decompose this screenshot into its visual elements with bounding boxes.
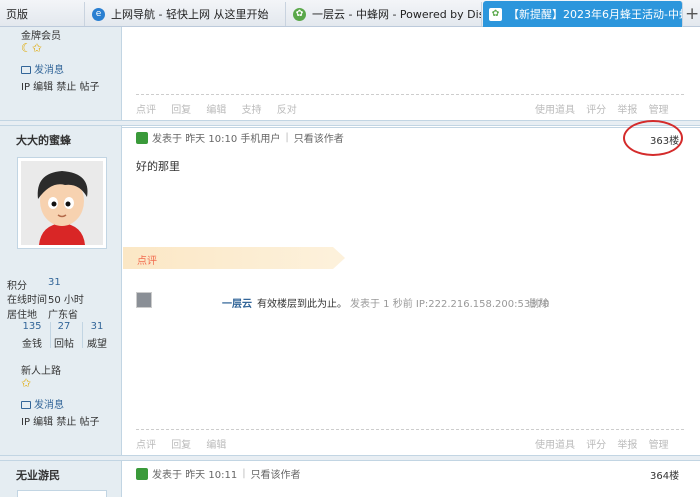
- use-prop-button[interactable]: 使用道具: [535, 105, 575, 116]
- replies-value[interactable]: 27: [46, 321, 82, 332]
- manage-button[interactable]: 管理: [649, 440, 669, 451]
- mail-icon: [21, 66, 31, 74]
- posted-label: 发表于: [152, 470, 182, 481]
- comment-delete-link[interactable]: 删除: [529, 295, 549, 310]
- edit-button[interactable]: 编辑: [206, 105, 226, 116]
- post-separator: [0, 455, 700, 461]
- tab-label: 【新提醒】2023年6月蜂王活动-中蜂: [508, 8, 683, 21]
- post-actions: 点评 回复 编辑 支持 反对: [136, 101, 309, 116]
- red-annotation-circle: [623, 120, 683, 156]
- coins-label: 金钱: [22, 339, 42, 350]
- post-meta: 发表于 昨天 10:11 | 只看该作者: [136, 466, 301, 481]
- site-icon: ✿: [293, 7, 306, 21]
- tab-label: 上网导航 - 轻快上网 从这里开始: [111, 8, 269, 21]
- author-online-icon: [136, 131, 148, 144]
- author-online-icon: [136, 467, 148, 480]
- location-label: 居住地: [7, 310, 37, 321]
- replies-label: 回帖: [54, 339, 74, 350]
- rate-button[interactable]: 评分: [586, 440, 606, 451]
- post-body: 好的那里: [136, 160, 180, 173]
- posted-label: 发表于: [152, 134, 182, 145]
- author-name[interactable]: 无业游民: [16, 467, 60, 483]
- report-button[interactable]: 举报: [617, 440, 637, 451]
- comment-text: 有效楼层到此为止。: [257, 299, 347, 310]
- comment-meta: 发表于 1 秒前 IP:222.216.158.200:53370: [350, 299, 550, 310]
- post-time: 昨天 10:11: [185, 470, 238, 481]
- avatar[interactable]: [17, 490, 107, 497]
- admin-links[interactable]: IP 编辑 禁止 帖子: [21, 78, 100, 93]
- tab-active-thread[interactable]: ✿ 【新提醒】2023年6月蜂王活动-中蜂: [483, 1, 683, 27]
- post-actions: 点评 回复 编辑: [136, 436, 238, 451]
- only-author-link[interactable]: 只看该作者: [251, 466, 301, 481]
- post-separator: [0, 120, 700, 126]
- comment-button[interactable]: 点评: [136, 105, 156, 116]
- tab-navigation[interactable]: e 上网导航 - 轻快上网 从这里开始: [86, 2, 286, 26]
- mail-icon: [21, 401, 31, 409]
- use-prop-button[interactable]: 使用道具: [535, 440, 575, 451]
- author-name[interactable]: 大大的蜜蜂: [16, 132, 71, 148]
- avatar-cartoon-icon: [21, 161, 103, 245]
- prestige-value[interactable]: 31: [79, 321, 115, 332]
- send-message-label: 发消息: [34, 65, 64, 76]
- tab-label: 一层云 - 中蜂网 - Powered by Discu: [312, 8, 482, 21]
- browser-tab-bar: 页版 e 上网导航 - 轻快上网 从这里开始 ✿ 一层云 - 中蜂网 - Pow…: [0, 0, 700, 27]
- send-message-link[interactable]: 发消息: [21, 61, 64, 76]
- divider: [136, 94, 684, 95]
- edit-button[interactable]: 编辑: [206, 440, 226, 451]
- post-time: 昨天 10:10: [185, 134, 238, 145]
- tab-label: 页版: [6, 8, 28, 21]
- device-label: 手机用户: [240, 134, 281, 145]
- send-message-link[interactable]: 发消息: [21, 396, 64, 411]
- reply-button[interactable]: 回复: [171, 105, 191, 116]
- online-time-value: 50 小时: [48, 295, 84, 306]
- rank-icons: ☾✩: [21, 41, 42, 55]
- manage-button[interactable]: 管理: [649, 105, 669, 116]
- divider: [82, 322, 83, 348]
- tab-forum[interactable]: ✿ 一层云 - 中蜂网 - Powered by Discu: [287, 2, 482, 26]
- site-icon: ✿: [489, 7, 502, 21]
- divider: [136, 429, 684, 430]
- user-group: 新人上路: [21, 366, 61, 377]
- online-time-label: 在线时间: [7, 295, 47, 306]
- only-author-link[interactable]: 只看该作者: [294, 130, 344, 145]
- divider: [50, 322, 51, 348]
- points-value[interactable]: 31: [48, 277, 61, 288]
- user-group: 金牌会员: [21, 31, 61, 42]
- floor-number[interactable]: 364楼: [650, 467, 679, 482]
- admin-links[interactable]: IP 编辑 禁止 帖子: [21, 413, 100, 428]
- post-actions-right: 使用道具 评分 举报 管理: [535, 101, 677, 116]
- post-actions-right: 使用道具 评分 举报 管理: [535, 436, 677, 451]
- support-button[interactable]: 支持: [242, 105, 262, 116]
- ie-icon: e: [92, 7, 105, 21]
- comments-header: 点评: [123, 247, 345, 269]
- new-tab-button[interactable]: +: [685, 4, 699, 24]
- commenter-avatar[interactable]: [136, 292, 152, 308]
- tab-0[interactable]: 页版: [0, 2, 85, 26]
- commenter-name[interactable]: 一层云: [222, 295, 252, 310]
- post-meta: 发表于 昨天 10:10 手机用户 | 只看该作者: [136, 130, 344, 145]
- divider: [122, 127, 700, 128]
- avatar-image: [21, 161, 103, 245]
- avatar[interactable]: [17, 157, 107, 249]
- points-label: 积分: [7, 281, 27, 292]
- comments-label: 点评: [137, 256, 157, 267]
- oppose-button[interactable]: 反对: [277, 105, 297, 116]
- rate-button[interactable]: 评分: [586, 105, 606, 116]
- report-button[interactable]: 举报: [617, 105, 637, 116]
- prestige-label: 威望: [87, 339, 107, 350]
- star-icon: ✩: [21, 376, 32, 390]
- location-value: 广东省: [48, 310, 78, 321]
- comment-button[interactable]: 点评: [136, 440, 156, 451]
- coins-value[interactable]: 135: [14, 321, 50, 332]
- send-message-label: 发消息: [34, 400, 64, 411]
- reply-button[interactable]: 回复: [171, 440, 191, 451]
